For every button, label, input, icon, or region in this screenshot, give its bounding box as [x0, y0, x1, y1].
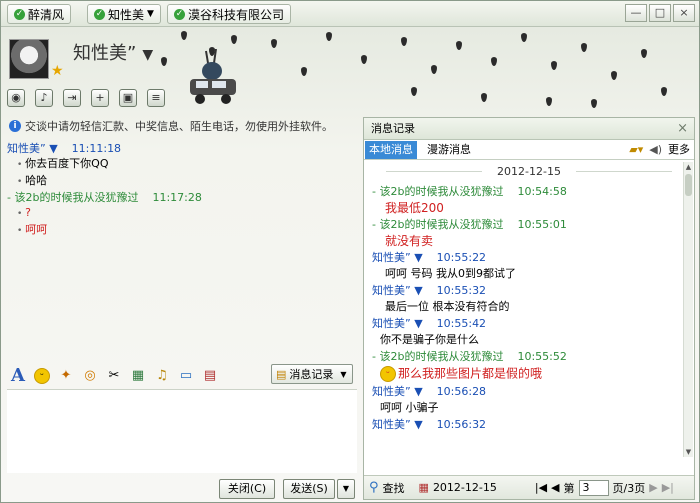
message-line: 哈哈	[7, 173, 357, 190]
send-options-button[interactable]: ▼	[337, 479, 355, 499]
scroll-down-icon[interactable]: ▼	[684, 448, 693, 456]
online-status-icon: ✓	[14, 8, 25, 20]
more-button[interactable]: 更多	[668, 141, 690, 157]
page-input[interactable]: 3	[578, 479, 609, 496]
transfer-file-icon[interactable]: ⇥	[63, 89, 81, 107]
last-page-icon[interactable]: ▶|	[662, 481, 674, 494]
message-line: 你去百度下你QQ	[7, 156, 357, 173]
send-button[interactable]: 发送(S)	[283, 479, 335, 499]
history-messages: - 该2b的时候我从没犹豫过 10:54:58 我最低200 - 该2b的时候我从…	[364, 182, 694, 477]
add-contact-icon[interactable]: +	[91, 89, 109, 107]
message-header: 知性美” ▼ 10:56:32	[372, 418, 487, 431]
message-line: ?	[7, 205, 357, 222]
car-mascot-icon	[190, 49, 236, 104]
contact-name[interactable]: 知性美” ▼	[73, 39, 153, 65]
close-icon[interactable]: ×	[677, 118, 688, 140]
first-page-icon[interactable]: |◀	[535, 481, 547, 494]
security-notice: i 交谈中请勿轻信汇款、中奖信息、陌生电话，勿使用外挂软件。	[9, 118, 333, 134]
message-input[interactable]	[7, 389, 357, 473]
maximize-button[interactable]: □	[649, 4, 671, 22]
history-icon: ▤	[276, 367, 287, 381]
title-tab-contact[interactable]: ✓ 知性美 ▼	[87, 4, 161, 24]
remote-desktop-icon[interactable]: ▣	[119, 89, 137, 107]
message-header: - 该2b的时候我从没犹豫过 10:55:01	[372, 218, 567, 231]
contact-avatar[interactable]	[9, 39, 49, 79]
message-header: 知性美” ▼ 10:55:32	[372, 284, 487, 297]
window-controls: — □ ×	[625, 4, 695, 22]
message-body: 呵呵 小骗子	[380, 401, 439, 414]
date-separator: 2012-12-15	[364, 160, 694, 182]
next-page-icon[interactable]: ▶	[649, 481, 657, 494]
chevron-down-icon[interactable]: ▼	[142, 47, 153, 63]
search-icon[interactable]: ⚲	[369, 480, 379, 495]
magic-emoji-icon[interactable]: ✦	[57, 367, 75, 385]
emoji-icon[interactable]: ᵕ	[33, 367, 51, 385]
message-line: 呵呵	[7, 222, 357, 239]
history-date[interactable]: 2012-12-15	[433, 481, 497, 494]
panel-title: 消息记录 ×	[364, 118, 694, 140]
message-header: 知性美” ▼ 10:55:42	[372, 317, 487, 330]
message-header: - 该2b的时候我从没犹豫过 10:54:58	[372, 185, 567, 198]
prev-page-icon[interactable]: ◀	[551, 481, 559, 494]
history-tools: ▰▾ ◀) 更多	[629, 141, 690, 157]
scroll-up-icon[interactable]: ▲	[684, 163, 693, 171]
screen-share-icon[interactable]: ▭	[177, 367, 195, 385]
screenshot-icon[interactable]: ✂	[105, 367, 123, 385]
video-call-icon[interactable]: ◉	[7, 89, 25, 107]
message-body: ᵕ 那么我那些图片都是假的哦	[372, 366, 694, 382]
chevron-down-icon: ▼	[340, 369, 347, 379]
font-icon[interactable]: A	[9, 367, 27, 385]
title-tab-drunk-breeze[interactable]: ✓ 醉清风	[7, 4, 72, 24]
message-body: 最后一位 根本没有符合的	[385, 300, 510, 313]
message-body: 呵呵 号码 我从0到9都试了	[385, 267, 516, 280]
message-header: 知性美” ▼ 10:56:28	[372, 385, 487, 398]
minimize-button[interactable]: —	[625, 4, 647, 22]
calendar-icon[interactable]: ▦	[419, 481, 429, 494]
history-footer: ⚲ 查找 ▦ 2012-12-15 |◀ ◀ 第 3 页/3页 ▶ ▶|	[364, 475, 694, 499]
notepad-icon[interactable]: ≡	[147, 89, 165, 107]
message-history-panel: 消息记录 × 本地消息 漫游消息 ▰▾ ◀) 更多 2012-12-15 - 该…	[363, 117, 695, 500]
tab-local-messages[interactable]: 本地消息	[365, 140, 417, 159]
gift-icon[interactable]: ▤	[201, 367, 219, 385]
title-tab-company[interactable]: ✓ 漠谷科技有限公司	[167, 4, 292, 24]
star-icon: ★	[51, 63, 64, 79]
chat-window: ✓ 醉清风 ✓ 知性美 ▼ ✓ 漠谷科技有限公司 — □ × ★ 知性美” ▼ …	[0, 0, 700, 503]
search-button[interactable]: 查找	[383, 480, 405, 496]
history-tabs: 本地消息 漫游消息 ▰▾ ◀) 更多	[364, 140, 694, 160]
close-button[interactable]: 关闭(C)	[219, 479, 275, 499]
history-scrollbar[interactable]: ▲ ▼	[683, 162, 693, 457]
chat-messages: 知性美” ▼11:11:18 你去百度下你QQ 哈哈 - 该2b的时候我从没犹豫…	[7, 141, 357, 239]
message-header: - 该2b的时候我从没犹豫过 11:17:28	[7, 191, 202, 204]
top-toolbar: ◉ ♪ ⇥ + ▣ ≡	[7, 87, 165, 109]
smiley-icon: ᵕ	[380, 366, 396, 382]
close-window-button[interactable]: ×	[673, 4, 695, 22]
message-body: 就没有卖	[385, 234, 434, 248]
shake-icon[interactable]: ◎	[81, 367, 99, 385]
music-icon[interactable]: ♫	[153, 367, 171, 385]
online-status-icon: ✓	[174, 8, 185, 20]
online-status-icon: ✓	[94, 8, 105, 20]
message-header: 知性美” ▼ 10:55:22	[372, 251, 487, 264]
microphone-icon[interactable]: ♪	[35, 89, 53, 107]
message-header: 知性美” ▼ 11:11:18	[7, 142, 122, 155]
folder-icon[interactable]: ▰▾	[629, 143, 643, 156]
title-bar: ✓ 醉清风 ✓ 知性美 ▼ ✓ 漠谷科技有限公司 — □ ×	[1, 1, 699, 27]
image-icon[interactable]: ▦	[129, 367, 147, 385]
scroll-thumb[interactable]	[685, 174, 692, 196]
message-body: 我最低200	[385, 201, 444, 215]
message-history-button[interactable]: ▤ 消息记录 ▼	[271, 364, 353, 384]
message-body: 你不是骗子你是什么	[380, 333, 479, 346]
message-header: - 该2b的时候我从没犹豫过 10:55:52	[372, 350, 567, 363]
tab-roaming-messages[interactable]: 漫游消息	[423, 141, 475, 159]
speaker-icon[interactable]: ◀)	[649, 143, 662, 156]
info-icon: i	[9, 120, 21, 132]
chevron-down-icon: ▼	[147, 9, 154, 19]
